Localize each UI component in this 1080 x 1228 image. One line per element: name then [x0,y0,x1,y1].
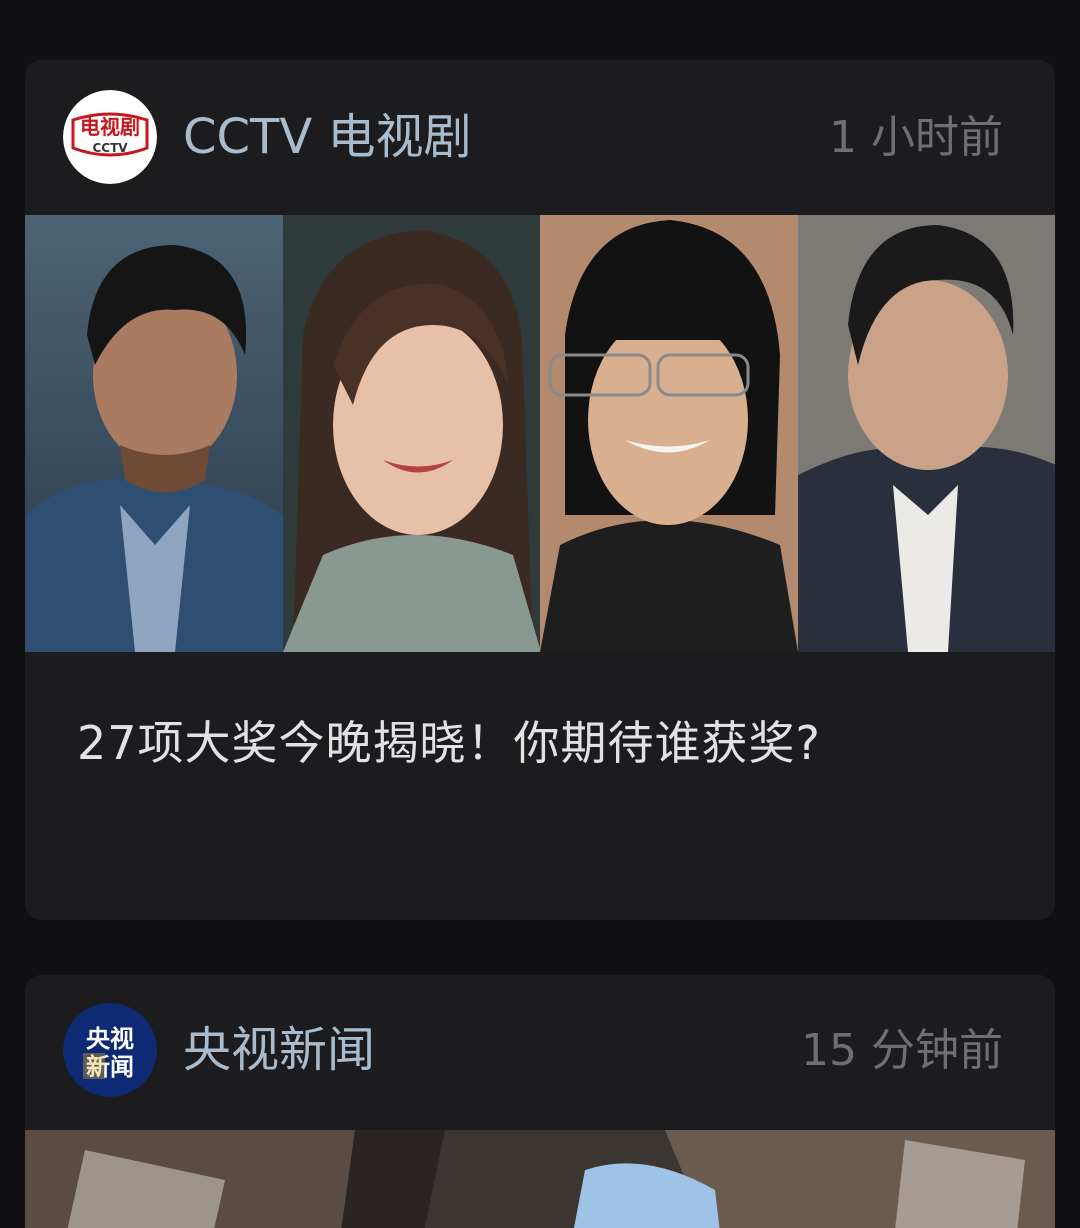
portrait-image-3 [540,215,798,652]
avatar-logo-text-top: 央视 [86,1025,134,1053]
source-name[interactable]: CCTV 电视剧 [183,110,471,164]
source-name[interactable]: 央视新闻 [183,1023,375,1077]
avatar-logo-text-bottom: CCTV [92,141,128,155]
card-header: 央视 新闻 央视新闻 15 分钟前 [25,975,1055,1130]
news-feed: 电视剧 CCTV CCTV 电视剧 1 小时前 27项大奖今晚揭晓！你期待谁获奖… [0,0,1080,1228]
post-image[interactable] [25,215,1055,652]
feed-card[interactable]: 央视 新闻 央视新闻 15 分钟前 [25,975,1055,1228]
portrait-image-4 [797,215,1055,652]
post-image[interactable] [25,1130,1055,1228]
post-headline[interactable]: 27项大奖今晚揭晓！你期待谁获奖? [77,700,977,786]
avatar-logo-text-top: 电视剧 [80,115,140,139]
card-header: 电视剧 CCTV CCTV 电视剧 1 小时前 [25,60,1055,215]
portrait-image-2 [282,215,540,652]
cctv-news-avatar[interactable]: 央视 新闻 [63,1003,157,1097]
feed-card[interactable]: 电视剧 CCTV CCTV 电视剧 1 小时前 27项大奖今晚揭晓！你期待谁获奖… [25,60,1055,920]
portrait-image-1 [25,215,283,652]
post-timestamp: 1 小时前 [829,112,1003,163]
post-timestamp: 15 分钟前 [801,1025,1003,1076]
cctv-drama-avatar[interactable]: 电视剧 CCTV [63,90,157,184]
